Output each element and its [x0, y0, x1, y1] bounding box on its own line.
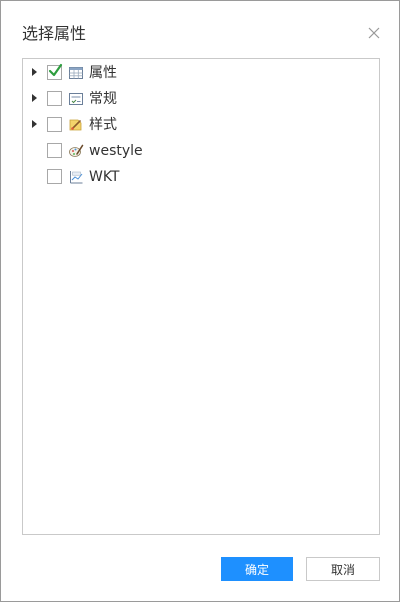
tree-item-checkbox[interactable] [47, 169, 62, 184]
confirm-button[interactable]: 确定 [221, 557, 293, 581]
form-icon [68, 91, 84, 107]
tree-item-checkbox[interactable] [47, 91, 62, 106]
brush-icon [68, 143, 84, 159]
tree-item-checkbox[interactable] [47, 117, 62, 132]
tree-item-westyle[interactable]: westyle [23, 138, 379, 164]
checkmark-icon [48, 63, 63, 77]
table-icon [68, 65, 84, 81]
tree-item-style[interactable]: 样式 [23, 112, 379, 138]
attribute-tree: 属性 常规 样式 westyle WKT [22, 58, 380, 535]
tree-item-label: 样式 [89, 117, 117, 133]
tree-item-checkbox[interactable] [47, 63, 63, 80]
tree-item-label: WKT [89, 169, 120, 185]
cancel-button[interactable]: 取消 [306, 557, 380, 581]
select-attributes-dialog: 选择属性 属性 常规 样式 westyle WKT 确定 取消 [0, 0, 400, 602]
tree-item-label: westyle [89, 143, 143, 159]
tree-item-label: 属性 [89, 65, 117, 81]
wkt-icon [68, 169, 84, 185]
tree-item-wkt[interactable]: WKT [23, 164, 379, 190]
dialog-title: 选择属性 [22, 24, 87, 43]
style-icon [68, 117, 84, 133]
tree-item-general[interactable]: 常规 [23, 86, 379, 112]
tree-item-label: 常规 [89, 91, 117, 107]
expand-arrow-icon[interactable] [32, 94, 37, 102]
tree-item-checkbox[interactable] [47, 143, 62, 158]
tree-item-attributes[interactable]: 属性 [23, 60, 379, 86]
close-icon[interactable] [367, 25, 381, 39]
expand-arrow-icon[interactable] [32, 120, 37, 128]
expand-arrow-icon[interactable] [32, 68, 37, 76]
